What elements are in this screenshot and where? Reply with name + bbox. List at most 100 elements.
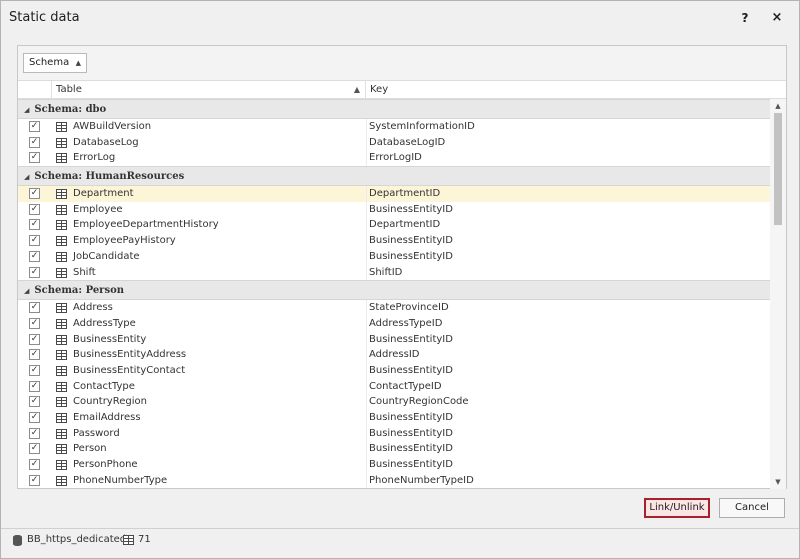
table-icon (56, 204, 67, 215)
column-divider (366, 201, 367, 218)
row-checkbox[interactable]: ✓ (29, 219, 40, 231)
table-row[interactable]: ✓ AddressType AddressTypeID (18, 315, 770, 332)
table-row[interactable]: ✓ PersonPhone BusinessEntityID (18, 457, 770, 473)
row-checkbox[interactable]: ✓ (29, 427, 40, 439)
cell-table-name: ContactType (73, 380, 135, 392)
connection-name: BB_https_dedicated (27, 534, 127, 545)
cell-key: DepartmentID (369, 188, 441, 200)
column-divider (366, 457, 367, 473)
group-row[interactable]: ◢ Schema: Person (18, 280, 770, 301)
row-checkbox[interactable]: ✓ (29, 235, 40, 247)
table-icon (56, 428, 67, 439)
column-divider (366, 472, 367, 489)
cell-key: BusinessEntityID (369, 459, 453, 471)
group-row[interactable]: ◢ Schema: HumanResources (18, 166, 770, 187)
row-checkbox[interactable]: ✓ (29, 349, 40, 361)
table-icon (56, 303, 67, 314)
column-header-row: Table ▲ Key (18, 81, 786, 99)
link-unlink-button[interactable]: Link/Unlink (644, 498, 710, 518)
row-checkbox[interactable]: ✓ (29, 412, 40, 423)
cell-table-name: PhoneNumberType (73, 474, 168, 486)
column-header-key[interactable]: Key (366, 81, 768, 99)
table-row[interactable]: ✓ Person BusinessEntityID (18, 441, 770, 458)
cell-table-name: BusinessEntity (73, 333, 147, 345)
row-checkbox[interactable]: ✓ (29, 317, 40, 329)
vertical-scrollbar[interactable]: ▲ ▼ (770, 99, 786, 489)
table-row[interactable]: ✓ EmployeeDepartmentHistory DepartmentID (18, 217, 770, 234)
row-checkbox[interactable]: ✓ (29, 188, 40, 200)
cell-key: DepartmentID (369, 219, 441, 231)
table-icon (56, 251, 67, 262)
table-row[interactable]: ✓ BusinessEntityAddress AddressID (18, 347, 770, 363)
table-icon (56, 381, 67, 392)
row-checkbox[interactable]: ✓ (29, 443, 40, 455)
table-row[interactable]: ✓ AWBuildVersion SystemInformationID (18, 119, 770, 135)
row-checkbox[interactable]: ✓ (29, 121, 40, 132)
table-icon (56, 189, 67, 200)
row-checkbox[interactable]: ✓ (29, 203, 40, 215)
group-panel: Schema ▲ (18, 46, 786, 81)
close-button[interactable]: × (765, 7, 789, 29)
row-checkbox[interactable]: ✓ (29, 380, 40, 392)
table-row[interactable]: ✓ EmailAddress BusinessEntityID (18, 410, 770, 426)
table-row[interactable]: ✓ JobCandidate BusinessEntityID (18, 248, 770, 265)
cell-key: AddressTypeID (369, 317, 443, 329)
cell-table-name: AddressType (73, 317, 136, 329)
triangle-down-icon[interactable]: ◢ (24, 286, 29, 295)
table-row[interactable]: ✓ BusinessEntity BusinessEntityID (18, 331, 770, 348)
column-divider (366, 248, 367, 265)
row-checkbox[interactable]: ✓ (29, 396, 40, 408)
cancel-button[interactable]: Cancel (719, 498, 785, 518)
table-icon (56, 137, 67, 148)
row-checkbox[interactable]: ✓ (29, 266, 40, 278)
cell-key: BusinessEntityID (369, 250, 453, 262)
table-count: 71 (138, 534, 151, 545)
cell-table-name: Password (73, 427, 120, 439)
table-row[interactable]: ✓ Employee BusinessEntityID (18, 201, 770, 218)
row-checkbox[interactable]: ✓ (29, 136, 40, 148)
row-checkbox[interactable]: ✓ (29, 474, 40, 486)
scroll-down-arrow-icon[interactable]: ▼ (770, 475, 786, 489)
column-divider (366, 331, 367, 348)
row-checkbox[interactable]: ✓ (29, 250, 40, 262)
table-row[interactable]: ✓ Password BusinessEntityID (18, 425, 770, 442)
table-row[interactable]: ✓ Address StateProvinceID (18, 300, 770, 316)
cell-key: PhoneNumberTypeID (369, 474, 474, 486)
table-row[interactable]: ✓ BusinessEntityContact BusinessEntityID (18, 362, 770, 379)
row-checkbox[interactable]: ✓ (29, 459, 40, 471)
table-row[interactable]: ✓ Department DepartmentID (18, 186, 770, 202)
group-by-schema-chip[interactable]: Schema ▲ (23, 53, 87, 73)
triangle-down-icon[interactable]: ◢ (24, 172, 29, 181)
scroll-up-arrow-icon[interactable]: ▲ (770, 99, 786, 113)
column-divider (366, 134, 367, 151)
table-row[interactable]: ✓ Shift ShiftID (18, 264, 770, 281)
status-bar: BB_https_dedicated 71 (1, 528, 799, 558)
checkbox-column-header (18, 81, 52, 99)
table-row[interactable]: ✓ CountryRegion CountryRegionCode (18, 394, 770, 410)
group-label: Schema: dbo (34, 104, 107, 115)
cell-key: ErrorLogID (369, 152, 422, 164)
group-row[interactable]: ◢ Schema: dbo (18, 99, 770, 119)
table-row[interactable]: ✓ DatabaseLog DatabaseLogID (18, 134, 770, 151)
cell-key: BusinessEntityID (369, 364, 453, 376)
row-checkbox[interactable]: ✓ (29, 152, 40, 164)
column-divider (366, 362, 367, 379)
help-button[interactable]: ? (733, 7, 757, 29)
row-checkbox[interactable]: ✓ (29, 364, 40, 376)
cell-key: BusinessEntityID (369, 427, 453, 439)
scroll-thumb[interactable] (774, 113, 782, 225)
cell-key: CountryRegionCode (369, 396, 469, 408)
table-row[interactable]: ✓ ContactType ContactTypeID (18, 378, 770, 395)
cell-key: ShiftID (369, 266, 403, 278)
table-row[interactable]: ✓ PhoneNumberType PhoneNumberTypeID (18, 472, 770, 489)
title-bar: Static data ? × (1, 1, 799, 35)
tables-grid-panel: Schema ▲ Table ▲ Key ◢ Schema: dbo ✓ AWBuil… (17, 45, 787, 489)
triangle-down-icon[interactable]: ◢ (24, 105, 29, 114)
table-icon (56, 220, 67, 231)
table-row[interactable]: ✓ EmployeePayHistory BusinessEntityID (18, 233, 770, 249)
cell-table-name: JobCandidate (73, 250, 140, 262)
row-checkbox[interactable]: ✓ (29, 302, 40, 314)
row-checkbox[interactable]: ✓ (29, 333, 40, 345)
table-row[interactable]: ✓ ErrorLog ErrorLogID (18, 150, 770, 167)
column-header-table[interactable]: Table ▲ (52, 81, 366, 99)
